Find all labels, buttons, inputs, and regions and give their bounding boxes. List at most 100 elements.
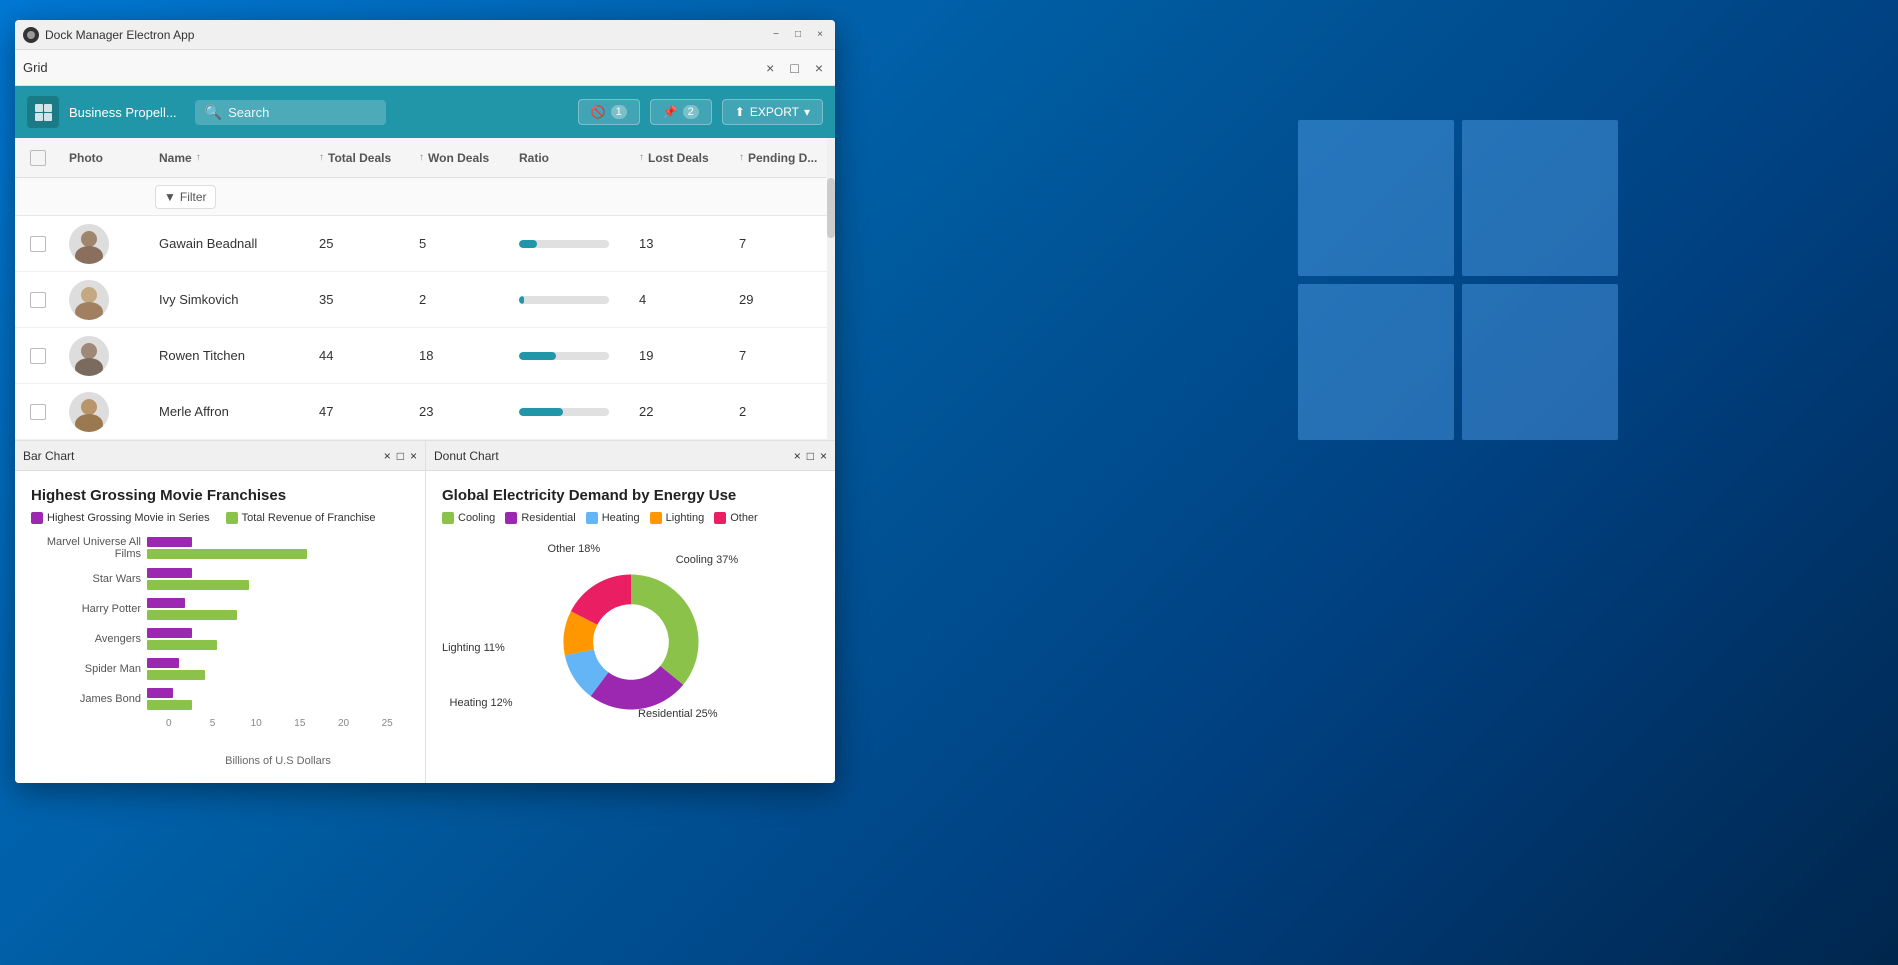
donut-labels: Cooling 37%Residential 25%Heating 12%Lig… <box>442 532 819 752</box>
row-won-deals: 5 <box>411 236 511 251</box>
table-row: Merle Affron 47 23 22 2 <box>15 384 835 440</box>
row-won-deals: 2 <box>411 292 511 307</box>
col-total-deals[interactable]: ↑ Total Deals <box>311 151 411 165</box>
bar-group <box>147 688 409 710</box>
donut-chart-close-btn[interactable]: × <box>794 449 801 463</box>
row-total-deals: 25 <box>311 236 411 251</box>
ratio-bar-fill <box>519 296 524 304</box>
filter-icon: ▼ <box>164 190 176 204</box>
bar-green <box>147 549 307 559</box>
export-button[interactable]: ⬆ EXPORT ▾ <box>722 99 823 125</box>
bar-row: Marvel Universe All Films <box>31 536 409 560</box>
select-all-checkbox[interactable] <box>30 150 46 166</box>
donut-legend-item: Cooling <box>442 512 495 524</box>
app-container: Dock Manager Electron App − □ × Grid × □… <box>15 20 835 783</box>
bar-axis: 0510152025 <box>31 718 409 729</box>
bar-track-purple <box>147 598 409 608</box>
row-ratio <box>511 408 631 416</box>
win-pane-tr <box>1462 120 1618 276</box>
row-checkbox[interactable] <box>15 292 61 308</box>
minimize-button[interactable]: − <box>769 28 783 42</box>
bar-row: James Bond <box>31 688 409 710</box>
donut-legend-label: Lighting <box>666 512 705 524</box>
sort-icon-won: ↑ <box>419 152 424 163</box>
row-ratio <box>511 240 631 248</box>
donut-legend-dot <box>650 512 662 524</box>
legend-item-green: Total Revenue of Franchise <box>226 512 376 524</box>
row-checkbox[interactable] <box>15 348 61 364</box>
bar-group <box>147 568 409 590</box>
row-won-deals: 18 <box>411 348 511 363</box>
row-pending: 29 <box>731 292 831 307</box>
search-box[interactable]: 🔍 Search <box>195 100 386 125</box>
sort-icon-pending: ↑ <box>739 152 744 163</box>
window-max-button[interactable]: □ <box>786 58 802 78</box>
donut-chart-max-btn[interactable]: □ <box>807 449 814 463</box>
window-bar: Grid × □ × <box>15 50 835 86</box>
donut-chart-controls: × □ × <box>794 449 827 463</box>
axis-value: 5 <box>191 718 235 729</box>
row-lost-deals: 19 <box>631 348 731 363</box>
pinned-cols-button[interactable]: 📌 2 <box>650 99 712 125</box>
row-pending: 7 <box>731 348 831 363</box>
row-pending: 2 <box>731 404 831 419</box>
col-name[interactable]: Name ↑ <box>151 151 311 165</box>
filter-label: Filter <box>180 190 207 204</box>
donut-label: Lighting 11% <box>442 642 505 654</box>
bar-row: Spider Man <box>31 658 409 680</box>
bar-track-green <box>147 580 409 590</box>
donut-legend-label: Cooling <box>458 512 495 524</box>
row-lost-deals: 22 <box>631 404 731 419</box>
toolbar: Business Propell... 🔍 Search 🚫 1 📌 2 ⬆ E… <box>15 86 835 138</box>
row-name: Ivy Simkovich <box>151 292 311 307</box>
bar-chart-close-btn[interactable]: × <box>384 449 391 463</box>
brand-logo <box>27 96 59 128</box>
title-bar-controls: − □ × <box>769 28 827 42</box>
donut-legend-dot <box>586 512 598 524</box>
col-lost-deals[interactable]: ↑ Lost Deals <box>631 151 731 165</box>
scrollbar[interactable] <box>827 138 835 440</box>
bar-chart-pin-btn[interactable]: × <box>410 449 417 463</box>
name-sort-icon: ↑ <box>196 152 201 163</box>
bar-green <box>147 640 217 650</box>
window-pin-button[interactable]: × <box>762 58 778 78</box>
hidden-cols-button[interactable]: 🚫 1 <box>578 99 640 125</box>
window-close-button[interactable]: × <box>811 58 827 78</box>
bar-chart-legend: Highest Grossing Movie in Series Total R… <box>31 512 409 524</box>
bar-row: Harry Potter <box>31 598 409 620</box>
axis-value: 20 <box>322 718 366 729</box>
bar-green <box>147 580 249 590</box>
row-checkbox[interactable] <box>15 236 61 252</box>
bar-purple <box>147 537 192 547</box>
export-chevron-icon: ▾ <box>804 105 810 119</box>
donut-chart-pin-btn[interactable]: × <box>820 449 827 463</box>
window-title: Grid <box>23 60 754 75</box>
ratio-bar-fill <box>519 240 537 248</box>
col-checkbox <box>15 150 61 166</box>
axis-title: Billions of U.S Dollars <box>31 755 409 767</box>
row-total-deals: 35 <box>311 292 411 307</box>
col-won-deals[interactable]: ↑ Won Deals <box>411 151 511 165</box>
bar-chart-max-btn[interactable]: □ <box>397 449 404 463</box>
row-photo <box>61 392 151 432</box>
bar-row: Avengers <box>31 628 409 650</box>
ratio-bar-fill <box>519 352 556 360</box>
donut-legend-label: Residential <box>521 512 575 524</box>
donut-label: Heating 12% <box>450 697 513 709</box>
filter-button[interactable]: ▼ Filter <box>155 185 216 209</box>
scrollbar-thumb[interactable] <box>827 178 835 238</box>
bar-purple <box>147 598 185 608</box>
close-button[interactable]: × <box>813 28 827 42</box>
maximize-button[interactable]: □ <box>791 28 805 42</box>
eye-slash-icon: 🚫 <box>591 105 606 119</box>
pinned-count: 2 <box>683 105 699 119</box>
bar-purple <box>147 568 192 578</box>
bar-chart-window: Bar Chart × □ × Highest Grossing Movie F… <box>15 440 425 783</box>
bar-chart-heading: Highest Grossing Movie Franchises <box>31 487 409 504</box>
col-pending[interactable]: ↑ Pending D... <box>731 151 831 165</box>
row-checkbox[interactable] <box>15 404 61 420</box>
win-pane-br <box>1462 284 1618 440</box>
row-name: Merle Affron <box>151 404 311 419</box>
row-ratio <box>511 352 631 360</box>
bar-green <box>147 610 237 620</box>
